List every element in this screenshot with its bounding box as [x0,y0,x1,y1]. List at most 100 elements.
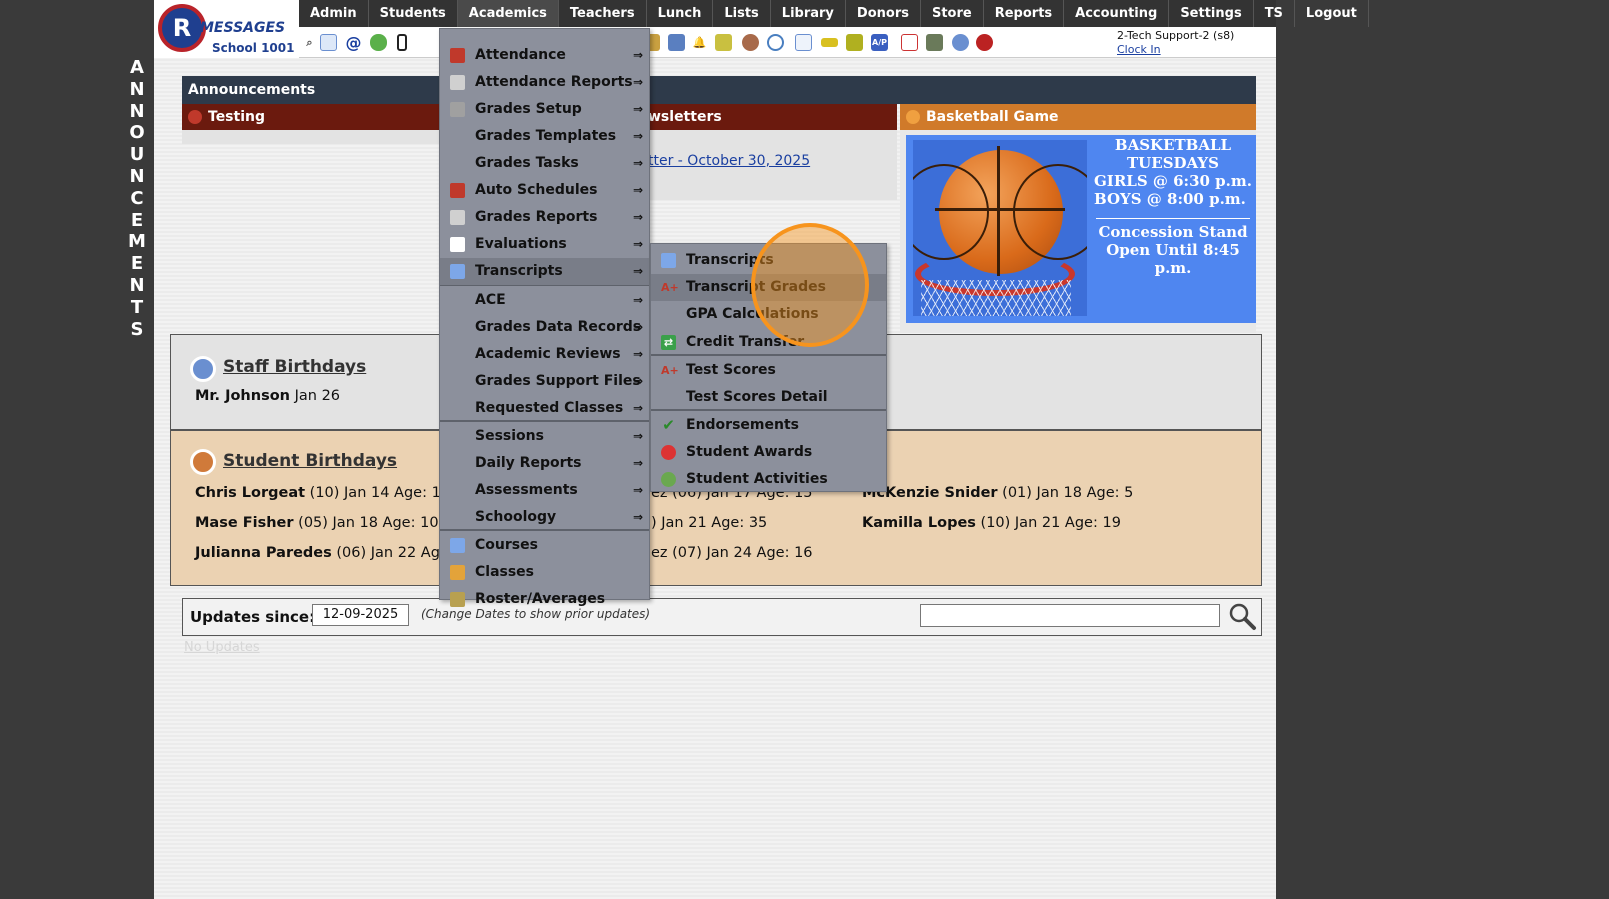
menu-item-grades-support-files[interactable]: Grades Support Files ⇒ [440,368,649,395]
logo[interactable]: R MESSAGES School 1001 [154,0,299,58]
birthday-name: Mr. Johnson [195,388,290,404]
menu-item-label: Academic Reviews [475,346,621,362]
menu-item-grades-reports[interactable]: Grades Reports ⇒ [440,204,649,231]
nav-donors[interactable]: Donors [846,0,921,27]
submenu-item-test-scores-detail[interactable]: Test Scores Detail [651,384,886,411]
submenu-item-credit-transfer[interactable]: ⇄ Credit Transfer [651,329,886,356]
calendar-icon [450,48,465,63]
submenu-item-student-awards[interactable]: Student Awards [651,439,886,466]
menu-item-sessions[interactable]: Sessions ⇒ [440,423,649,450]
submenu-arrow-icon: ⇒ [633,129,644,143]
transfer-icon: ⇄ [661,335,676,350]
banner-letter: N [129,165,145,187]
nav-admin[interactable]: Admin [299,0,369,27]
birthday-entry: McKenzie Snider (01) Jan 18 Age: 5 [862,485,1133,501]
flyer-divider [1096,218,1250,219]
card-icon[interactable] [821,38,838,47]
menu-item-grades-tasks[interactable]: Grades Tasks ⇒ [440,150,649,177]
submenu-item-label: Endorsements [686,417,799,433]
bell-icon[interactable]: 🔔 [691,34,708,51]
newsletter-link[interactable]: tter - October 30, 2025 [648,153,810,169]
person-icon [450,565,465,580]
menu-item-assessments[interactable]: Assessments ⇒ [440,477,649,504]
book-icon[interactable] [668,34,685,51]
menu-item-grades-templates[interactable]: Grades Templates ⇒ [440,123,649,150]
menu-item-classes[interactable]: Classes [440,559,649,586]
print-icon[interactable] [846,34,863,51]
birthday-cake-icon [190,449,216,475]
submenu-arrow-icon: ⇒ [633,293,644,307]
staff-birthdays-title[interactable]: Staff Birthdays [223,357,366,377]
nav-logout[interactable]: Logout [1295,0,1369,27]
menu-item-academic-reviews[interactable]: Academic Reviews ⇒ [440,341,649,368]
banner-letter: A [130,57,144,78]
nav-accounting[interactable]: Accounting [1064,0,1170,27]
menu-item-ace[interactable]: ACE ⇒ [440,287,649,314]
testing-panel-header[interactable]: Testing [182,104,447,130]
academics-dropdown-menu: Attendance ⇒ Attendance Reports ⇒ Grades Set… [439,28,650,607]
ap-icon[interactable]: A/P [871,34,888,51]
search-button[interactable] [1227,601,1257,631]
menu-item-transcripts[interactable]: Transcripts ⇒ [440,258,649,285]
nav-library[interactable]: Library [771,0,846,27]
nav-lists[interactable]: Lists [713,0,771,27]
updates-date-input[interactable]: 12-09-2025 [312,604,409,626]
email-icon[interactable]: @ [345,34,362,51]
chat-icon[interactable] [370,34,387,51]
menu-item-roster-averages[interactable]: Roster/Averages [440,586,649,613]
submenu-arrow-icon: ⇒ [633,75,644,89]
pdf-icon[interactable] [901,34,918,51]
power-icon[interactable] [976,34,993,51]
submenu-arrow-icon: ⇒ [633,48,644,62]
menu-item-requested-classes[interactable]: Requested Classes ⇒ [440,395,649,422]
people-icon [661,472,676,487]
nav-ts[interactable]: TS [1254,0,1295,27]
submenu-arrow-icon: ⇒ [633,102,644,116]
menu-item-attendance-reports[interactable]: Attendance Reports ⇒ [440,69,649,96]
birthday-entry: ez (07) Jan 24 Age: 16 [651,545,813,561]
nav-store[interactable]: Store [921,0,984,27]
help-icon[interactable] [952,34,969,51]
nav-teachers[interactable]: Teachers [559,0,647,27]
menu-item-daily-reports[interactable]: Daily Reports ⇒ [440,450,649,477]
birthday-detail: (10) Jan 14 Age: 19 [305,485,451,501]
menu-item-attendance[interactable]: Attendance ⇒ [440,42,649,69]
clock-icon[interactable] [767,34,784,51]
menu-item-evaluations[interactable]: Evaluations ⇒ [440,231,649,258]
submenu-item-test-scores[interactable]: A+ Test Scores [651,357,886,384]
forward-icon[interactable] [715,34,732,51]
submenu-item-student-activities[interactable]: Student Activities [651,466,886,493]
newsletters-title: wsletters [648,109,722,125]
flyer-line: GIRLS @ 6:30 p.m. [1094,172,1252,190]
submenu-arrow-icon: ⇒ [633,210,644,224]
people-icon[interactable] [742,34,759,51]
phone-icon[interactable] [397,34,407,51]
birthday-entry: ) Jan 21 Age: 35 [651,515,767,531]
menu-item-schoology[interactable]: Schoology ⇒ [440,504,649,531]
nav-lunch[interactable]: Lunch [647,0,714,27]
nav-academics[interactable]: Academics [457,0,559,27]
menu-item-label: Requested Classes [475,400,624,416]
menu-item-label: Auto Schedules [475,182,598,198]
clock-in-link[interactable]: Clock In [1117,43,1161,56]
student-birthdays-title[interactable]: Student Birthdays [223,451,397,471]
nav-settings[interactable]: Settings [1169,0,1254,27]
no-updates-link[interactable]: No Updates [184,640,260,655]
nav-students[interactable]: Students [369,0,458,27]
updates-search-input[interactable] [920,604,1220,627]
menu-item-grades-data-records[interactable]: Grades Data Records ⇒ [440,314,649,341]
newsletters-panel-header[interactable]: wsletters [640,104,897,130]
search-icon[interactable]: ⌕ [301,34,318,51]
menu-item-grades-setup[interactable]: Grades Setup ⇒ [440,96,649,123]
calendar-icon[interactable] [795,34,812,51]
menu-item-auto-schedules[interactable]: Auto Schedules ⇒ [440,177,649,204]
grid-icon[interactable] [320,34,337,51]
banner-letter: N [129,100,145,122]
printer-icon [450,210,465,225]
basketball-panel-header[interactable]: Basketball Game [900,104,1256,130]
nav-reports[interactable]: Reports [984,0,1065,27]
banner-letter: S [130,318,144,340]
money-icon[interactable] [926,34,943,51]
submenu-item-endorsements[interactable]: ✔ Endorsements [651,412,886,439]
menu-item-courses[interactable]: Courses [440,532,649,559]
